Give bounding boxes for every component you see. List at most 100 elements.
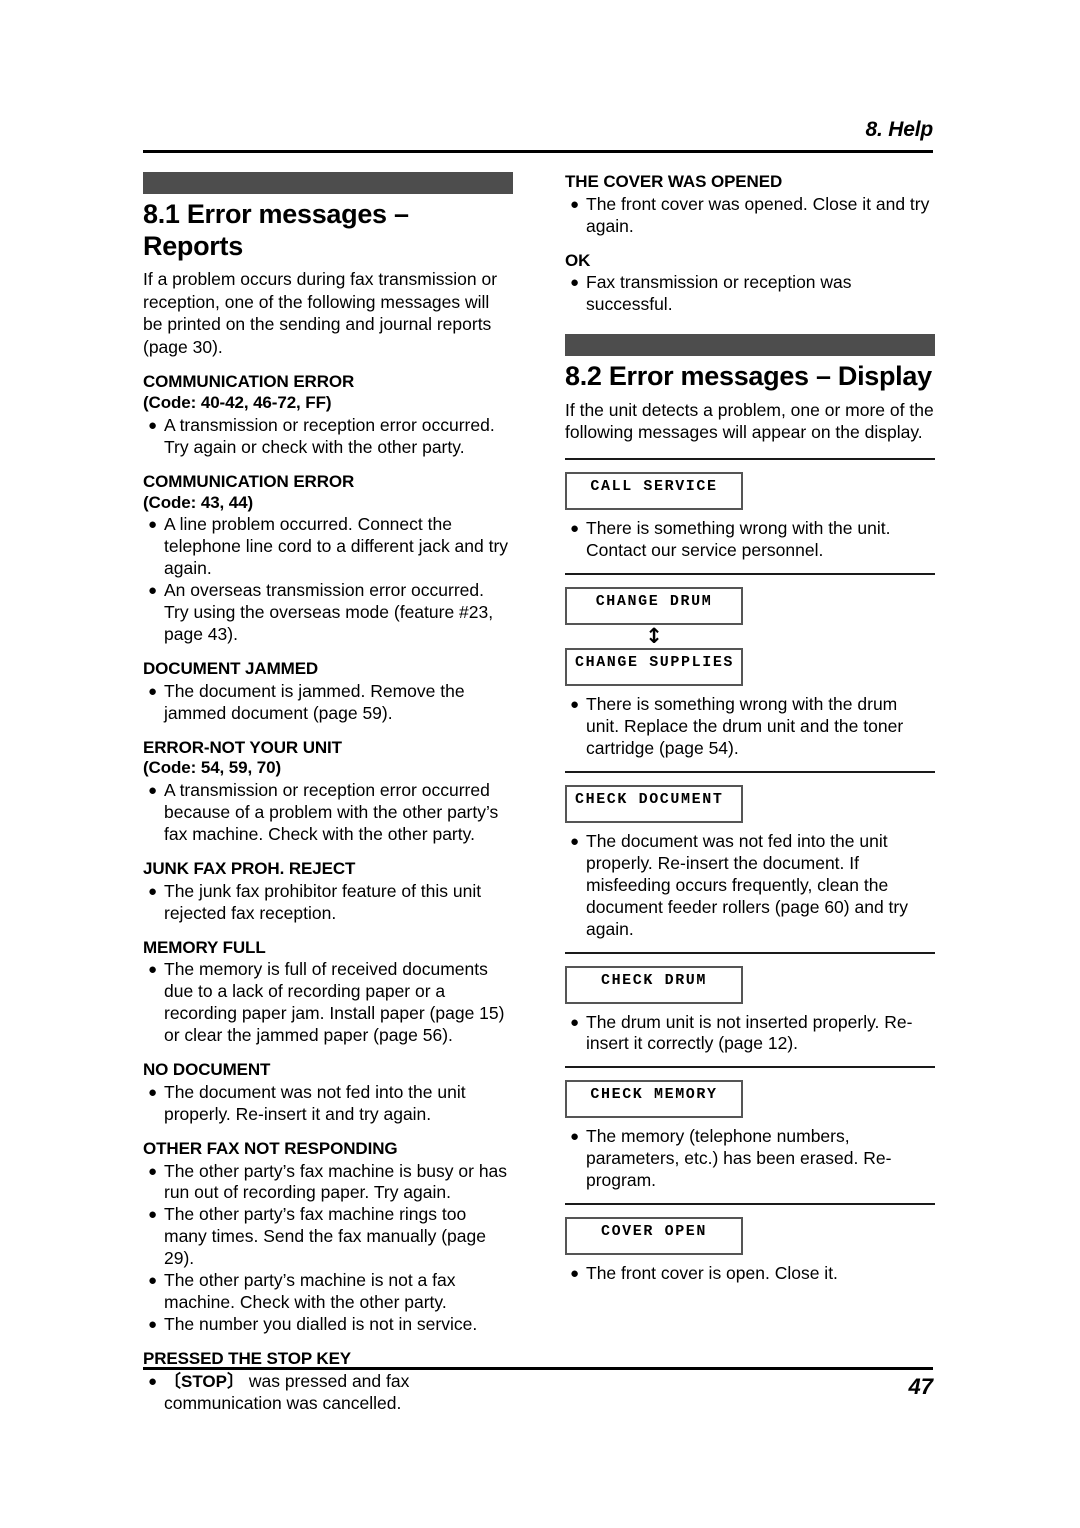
display-message-divider xyxy=(565,572,935,575)
section-title-8-1: 8.1 Error messages – Reports xyxy=(143,199,409,261)
section-bar-8-2 xyxy=(565,334,935,357)
bullet-text: The junk fax prohibitor feature of this … xyxy=(164,880,482,923)
report-message: DOCUMENT JAMMED ● The document is jammed. … xyxy=(143,659,513,725)
bullet-text: The front cover was opened. Close it and… xyxy=(586,193,930,236)
report-message-title: MEMORY FULL xyxy=(143,937,266,957)
bullet-dot-icon: ● xyxy=(148,961,158,979)
bullet-text: The memory (telephone numbers, parameter… xyxy=(586,1126,892,1191)
bullet-dot-icon: ● xyxy=(148,682,158,700)
display-message-divider xyxy=(565,951,935,954)
bullet-item: ● The memory (telephone numbers, paramete… xyxy=(565,1126,935,1192)
bullet-text: The front cover is open. Close it. xyxy=(586,1263,838,1284)
bullet-dot-icon: ● xyxy=(148,1162,158,1180)
bullet-item: ● A transmission or reception error occur… xyxy=(143,780,513,846)
report-message-list: COMMUNICATION ERROR (Code: 40-42, 46-72, … xyxy=(143,372,513,1414)
bullet-list: ● The document was not fed into the unit … xyxy=(143,1082,513,1126)
display-message-description: ● There is something wrong with the drum … xyxy=(565,694,935,760)
bullet-list: ● The front cover was opened. Close it an… xyxy=(565,194,935,238)
section-intro-8-1: If a problem occurs during fax transmiss… xyxy=(143,269,498,357)
bullet-list: ● A line problem occurred. Connect the te… xyxy=(143,514,513,646)
report-message-title: DOCUMENT JAMMED xyxy=(143,658,319,678)
display-message-description: ● There is something wrong with the unit.… xyxy=(565,518,935,562)
display-message-divider xyxy=(565,1203,935,1206)
lcd-display-box: CHANGE SUPPLIES xyxy=(565,647,743,686)
bullet-list: ● A transmission or reception error occur… xyxy=(143,780,513,846)
bullet-text: A transmission or reception error occurr… xyxy=(164,414,495,457)
display-message: CHANGE DRUM ↕ CHANGE SUPPLIES ● There is som… xyxy=(565,586,935,760)
bullet-list: ● The memory (telephone numbers, paramete… xyxy=(565,1126,935,1192)
bullet-dot-icon: ● xyxy=(570,832,580,850)
report-message-code: (Code: 54, 59, 70) xyxy=(143,758,282,778)
bullet-dot-icon: ● xyxy=(148,882,158,900)
bullet-dot-icon: ● xyxy=(148,1316,158,1334)
bullet-dot-icon: ● xyxy=(570,695,580,713)
lcd-display-box: COVER OPEN xyxy=(565,1217,743,1256)
right-column: THE COVER WAS OPENED ● The front cover was… xyxy=(565,172,935,1285)
bullet-list: ● The drum unit is not inserted properly.… xyxy=(565,1012,935,1056)
report-message-title: OTHER FAX NOT RESPONDING xyxy=(143,1138,398,1158)
bullet-text: The other party’s fax machine is busy or… xyxy=(164,1160,508,1203)
bullet-dot-icon: ● xyxy=(570,519,580,537)
bullet-list: ● A transmission or reception error occur… xyxy=(143,415,513,459)
report-message-title: COMMUNICATION ERROR xyxy=(143,471,355,491)
bullet-text: The document was not fed into the unit p… xyxy=(164,1081,466,1124)
report-message-title: COMMUNICATION ERROR xyxy=(143,372,355,392)
footer-rule xyxy=(143,1367,933,1370)
bullet-dot-icon: ● xyxy=(570,1013,580,1031)
bullet-item: ● Fax transmission or reception was succe… xyxy=(565,272,935,316)
report-message: JUNK FAX PROH. REJECT ● The junk fax prohi… xyxy=(143,859,513,925)
page-number: 47 xyxy=(908,1374,933,1399)
bullet-item: ● The number you dialled is not in servic… xyxy=(143,1314,513,1336)
bullet-item: ● A transmission or reception error occur… xyxy=(143,415,513,459)
bullet-list: ● The memory is full of received document… xyxy=(143,959,513,1047)
bullet-dot-icon: ● xyxy=(148,1272,158,1290)
display-message-divider xyxy=(565,457,935,460)
bullet-text: A line problem occurred. Connect the tel… xyxy=(164,514,509,579)
bullet-item: ● A line problem occurred. Connect the te… xyxy=(143,514,513,580)
lcd-display-box: CHECK DRUM xyxy=(565,965,743,1004)
report-message-title: NO DOCUMENT xyxy=(143,1060,271,1080)
display-message-description: ● The front cover is open. Close it. xyxy=(565,1263,935,1285)
report-message: OK ● Fax transmission or reception was suc… xyxy=(565,251,935,317)
bullet-item: ● There is something wrong with the unit.… xyxy=(565,518,935,562)
report-message-title: JUNK FAX PROH. REJECT xyxy=(143,858,356,878)
bullet-item: ● The document was not fed into the unit … xyxy=(565,831,935,941)
lcd-display-text: CALL SERVICE xyxy=(590,477,718,495)
lcd-display-box: CALL SERVICE xyxy=(565,471,743,510)
bullet-text: The memory is full of received documents… xyxy=(164,959,505,1046)
report-message-list-continued: THE COVER WAS OPENED ● The front cover was… xyxy=(565,172,935,316)
bullet-dot-icon: ● xyxy=(570,274,580,292)
report-message: THE COVER WAS OPENED ● The front cover was… xyxy=(565,172,935,238)
chapter-running-head: 8. Help xyxy=(865,118,934,141)
display-message-description: ● The drum unit is not inserted properly.… xyxy=(565,1012,935,1056)
bullet-list: ● The other party’s fax machine is busy o… xyxy=(143,1161,513,1337)
report-message: OTHER FAX NOT RESPONDING ● The other party… xyxy=(143,1139,513,1336)
bullet-text: The drum unit is not inserted properly. … xyxy=(586,1011,913,1054)
bullet-item: ● The document is jammed. Remove the jamm… xyxy=(143,681,513,725)
lcd-display-text: CHANGE SUPPLIES xyxy=(575,653,735,671)
display-message: CHECK DOCUMENT ● The document was not fed … xyxy=(565,784,935,941)
bullet-item: ● There is something wrong with the drum … xyxy=(565,694,935,760)
bullet-text: There is something wrong with the unit. … xyxy=(586,517,891,560)
report-message-code: (Code: 40-42, 46-72, FF) xyxy=(143,393,332,413)
bullet-item: ● The other party’s fax machine rings too… xyxy=(143,1204,513,1270)
bullet-dot-icon: ● xyxy=(148,1206,158,1224)
display-message: CHECK MEMORY ● The memory (telephone numbe… xyxy=(565,1080,935,1192)
bullet-dot-icon: ● xyxy=(570,195,580,213)
bullet-item: ● The front cover is open. Close it. xyxy=(565,1263,935,1285)
report-message-title: THE COVER WAS OPENED xyxy=(565,172,783,191)
bullet-list: ● The front cover is open. Close it. xyxy=(565,1263,935,1285)
lcd-display-text: CHECK DOCUMENT xyxy=(575,790,724,808)
manual-page: 8. Help 8.1 Error messages – Reports If … xyxy=(0,0,1080,1528)
display-message: CHECK DRUM ● The drum unit is not inserted… xyxy=(565,965,935,1056)
lcd-display-box: CHANGE DRUM xyxy=(565,586,743,625)
bullet-list: ● The document is jammed. Remove the jamm… xyxy=(143,681,513,725)
bullet-text: The other party’s machine is not a fax m… xyxy=(164,1270,456,1313)
bullet-list: ● The junk fax prohibitor feature of this… xyxy=(143,881,513,925)
display-message-divider xyxy=(565,770,935,773)
left-column: 8.1 Error messages – Reports If a proble… xyxy=(143,172,513,1428)
section-title-8-2: 8.2 Error messages – Display xyxy=(565,361,932,392)
bullet-text: The document is jammed. Remove the jamme… xyxy=(164,680,465,723)
bullet-item: ● The junk fax prohibitor feature of this… xyxy=(143,881,513,925)
bullet-item: ● The other party’s fax machine is busy o… xyxy=(143,1161,513,1205)
